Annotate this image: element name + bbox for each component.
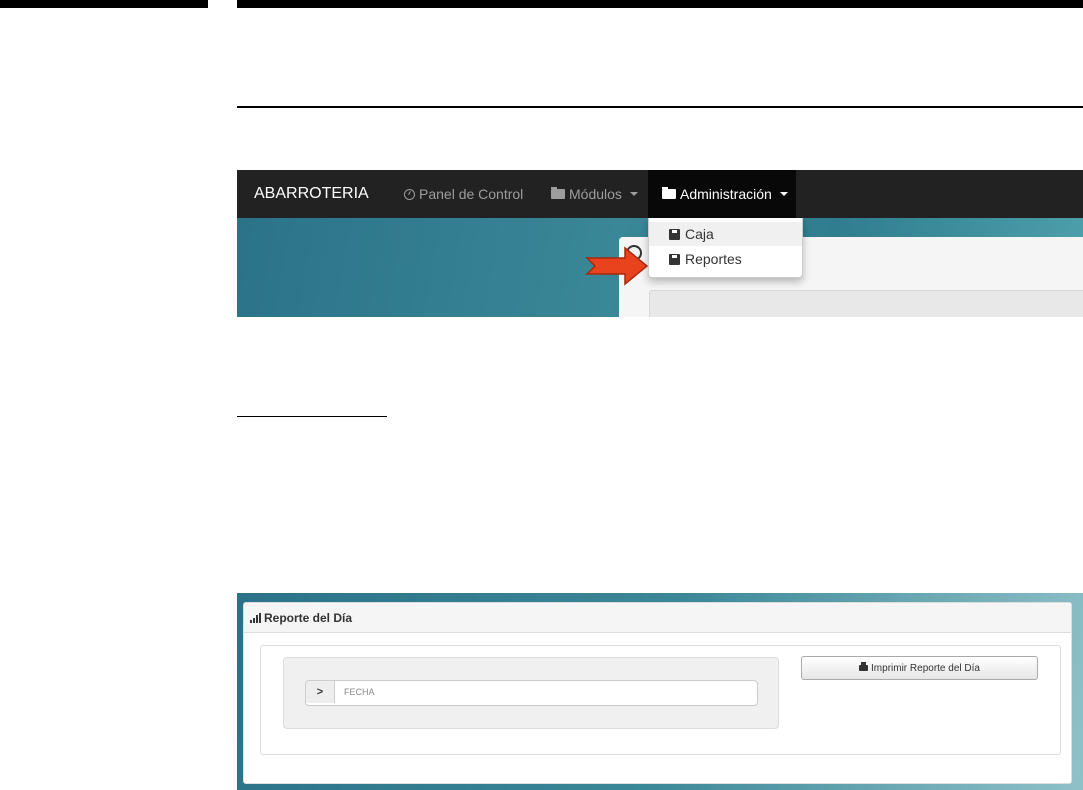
- background-panel-inner: [649, 290, 1083, 317]
- menu-item-caja[interactable]: Caja: [649, 222, 802, 246]
- caret-down-icon: [779, 192, 788, 196]
- print-report-label: Imprimir Reporte del Día: [871, 662, 980, 674]
- folder-icon: [662, 187, 676, 199]
- chevron-right-icon[interactable]: >: [306, 681, 335, 703]
- menu-item-reportes[interactable]: Reportes: [649, 247, 802, 271]
- signal-bars-icon: [250, 612, 261, 623]
- date-input-group: >: [305, 680, 758, 706]
- nav-administracion[interactable]: Administración: [662, 186, 788, 202]
- admin-dropdown-menu: Caja Reportes: [648, 218, 803, 278]
- report-panel-body: > Imprimir Reporte del Día: [260, 645, 1061, 755]
- floppy-disk-icon: [669, 253, 680, 265]
- nav-admin-label: Administración: [680, 186, 772, 202]
- navbar: ABARROTERIA Panel de Control Módulos Adm…: [237, 170, 1083, 218]
- menu-item-label: Caja: [685, 226, 714, 242]
- report-panel-title: Reporte del Día: [264, 610, 353, 625]
- date-well: >: [283, 657, 779, 729]
- nav-modulos-label: Módulos: [569, 186, 622, 202]
- navigation-screenshot: ABARROTERIA Panel de Control Módulos Adm…: [237, 170, 1083, 317]
- caret-down-icon: [629, 192, 638, 196]
- floppy-disk-icon: [669, 228, 680, 240]
- top-rule-left: [0, 0, 208, 8]
- printer-icon: [859, 662, 869, 671]
- nav-panel-de-control[interactable]: Panel de Control: [404, 186, 523, 202]
- section-rule: [237, 106, 1083, 108]
- nav-modulos[interactable]: Módulos: [551, 186, 638, 202]
- report-panel: Reporte del Día > Imprimir Reporte del D…: [243, 602, 1072, 784]
- top-rule-right: [237, 0, 1083, 8]
- nav-panel-label: Panel de Control: [419, 186, 524, 202]
- folder-icon: [551, 187, 565, 199]
- fecha-input[interactable]: [335, 681, 757, 703]
- report-screenshot: Reporte del Día > Imprimir Reporte del D…: [237, 593, 1083, 790]
- menu-item-label: Reportes: [685, 251, 742, 267]
- report-panel-header: Reporte del Día: [244, 603, 1071, 633]
- nav-administracion-active[interactable]: Administración: [648, 170, 796, 218]
- short-rule: [237, 416, 387, 417]
- dashboard-icon: [404, 188, 415, 200]
- brand[interactable]: ABARROTERIA: [254, 185, 369, 203]
- print-report-button[interactable]: Imprimir Reporte del Día: [801, 656, 1038, 680]
- pointer-arrow-icon: [585, 246, 649, 286]
